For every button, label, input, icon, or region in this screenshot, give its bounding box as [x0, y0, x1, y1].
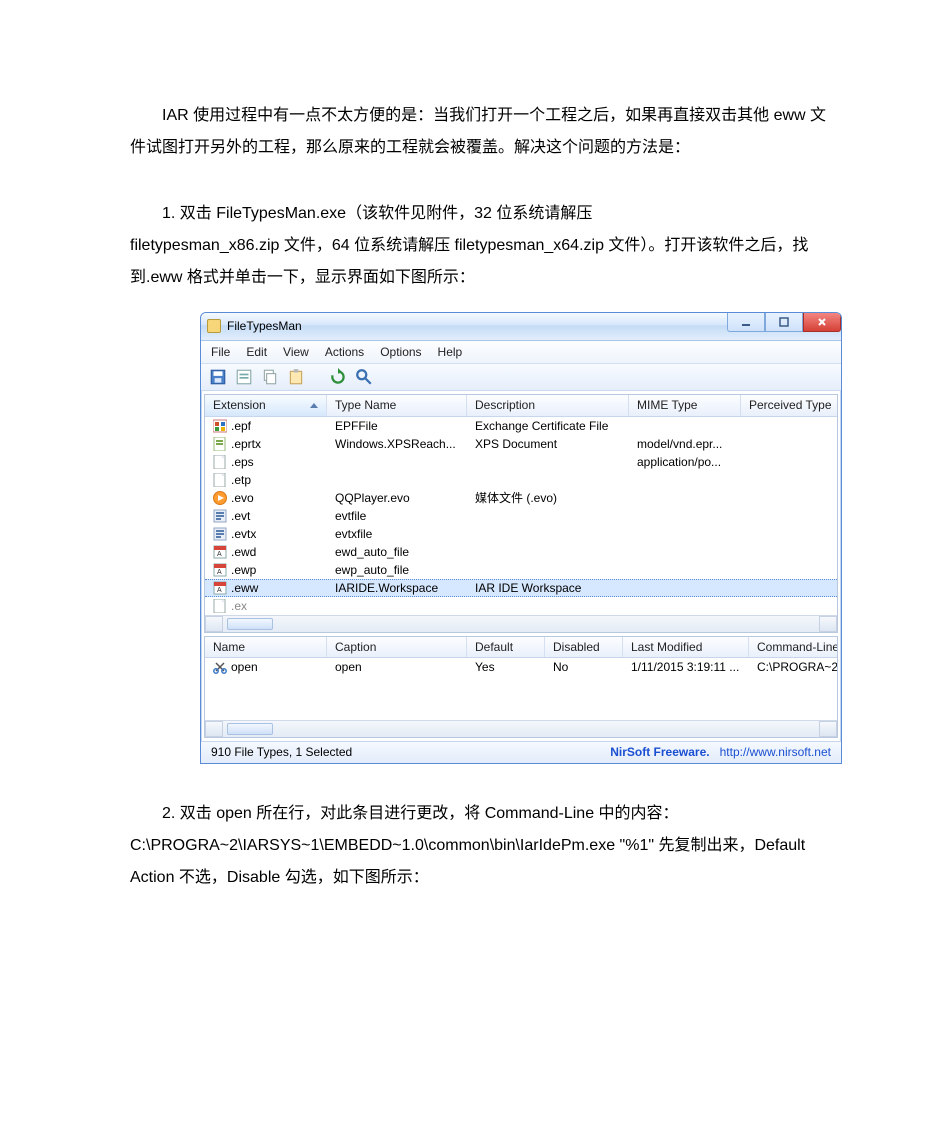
table-row[interactable]: .evtevtfile	[205, 507, 837, 525]
col-modified[interactable]: Last Modified	[623, 637, 749, 657]
extension-list-pane: Extension Type Name Description MIME Typ…	[204, 394, 838, 632]
intro-paragraph: IAR 使用过程中有一点不太方便的是：当我们打开一个工程之后，如果再直接双击其他…	[130, 100, 835, 164]
refresh-icon[interactable]	[329, 368, 347, 386]
col-default[interactable]: Default	[467, 637, 545, 657]
close-button[interactable]	[803, 312, 841, 332]
table-row[interactable]: .etp	[205, 471, 837, 489]
table-row[interactable]: .ewpewp_auto_file	[205, 561, 837, 579]
file-icon	[213, 509, 227, 523]
menu-view[interactable]: View	[283, 345, 309, 359]
table-row[interactable]: .evoQQPlayer.evo媒体文件 (.evo)	[205, 489, 837, 507]
file-icon	[213, 419, 227, 433]
brand-url[interactable]: http://www.nirsoft.net	[720, 745, 831, 759]
file-icon	[213, 581, 227, 595]
col-perceived[interactable]: Perceived Type	[741, 395, 837, 415]
col-extension[interactable]: Extension	[205, 395, 327, 415]
table-row[interactable]: .eprtxWindows.XPSReach...XPS Documentmod…	[205, 435, 837, 453]
table-row[interactable]: .evtxevtxfile	[205, 525, 837, 543]
app-icon	[207, 319, 221, 333]
col-mimetype[interactable]: MIME Type	[629, 395, 741, 415]
horizontal-scrollbar[interactable]	[205, 720, 837, 737]
menu-options[interactable]: Options	[380, 345, 421, 359]
step1-paragraph: 1. 双击 FileTypesMan.exe（该软件见附件，32 位系统请解压 …	[130, 198, 835, 294]
window-title: FileTypesMan	[227, 319, 302, 333]
title-bar[interactable]: FileTypesMan	[201, 313, 841, 341]
menu-file[interactable]: File	[211, 345, 230, 359]
table-row[interactable]: .epfEPFFileExchange Certificate File	[205, 417, 837, 435]
menu-actions[interactable]: Actions	[325, 345, 364, 359]
menu-help[interactable]: Help	[438, 345, 463, 359]
action-list-pane: Name Caption Default Disabled Last Modif…	[204, 636, 838, 738]
col-description[interactable]: Description	[467, 395, 629, 415]
menu-bar[interactable]: File Edit View Actions Options Help	[201, 341, 841, 364]
col-typename[interactable]: Type Name	[327, 395, 467, 415]
maximize-button[interactable]	[765, 312, 803, 332]
file-icon	[213, 599, 227, 613]
step2-paragraph: 2. 双击 open 所在行，对此条目进行更改，将 Command-Line 中…	[130, 798, 835, 894]
brand-text: NirSoft Freeware.	[610, 745, 709, 759]
file-icon	[213, 545, 227, 559]
status-bar: 910 File Types, 1 Selected NirSoft Freew…	[201, 741, 841, 762]
find-icon[interactable]	[355, 368, 373, 386]
col-cmdline[interactable]: Command-Line	[749, 637, 837, 657]
toolbar	[201, 364, 841, 391]
table-row[interactable]: openopenYesNo1/11/2015 3:19:11 ...C:\PRO…	[205, 658, 837, 676]
scissors-icon	[213, 660, 227, 674]
table-row[interactable]: .ewdewd_auto_file	[205, 543, 837, 561]
paste-icon[interactable]	[287, 368, 305, 386]
properties-icon[interactable]	[235, 368, 253, 386]
file-icon	[213, 563, 227, 577]
status-text: 910 File Types, 1 Selected	[211, 745, 352, 759]
file-icon	[213, 527, 227, 541]
col-disabled[interactable]: Disabled	[545, 637, 623, 657]
file-icon	[213, 491, 227, 505]
table-row[interactable]: .epsapplication/po...	[205, 453, 837, 471]
minimize-button[interactable]	[727, 312, 765, 332]
file-icon	[213, 473, 227, 487]
table-row[interactable]: .ewwIARIDE.WorkspaceIAR IDE Workspace	[205, 579, 837, 597]
file-icon	[213, 437, 227, 451]
file-icon	[213, 455, 227, 469]
col-caption[interactable]: Caption	[327, 637, 467, 657]
menu-edit[interactable]: Edit	[246, 345, 267, 359]
horizontal-scrollbar[interactable]	[205, 615, 837, 632]
table-row[interactable]: .ex	[205, 597, 837, 615]
save-icon[interactable]	[209, 368, 227, 386]
filetypesman-window: FileTypesMan File Edit View Actions Opti…	[200, 312, 842, 764]
copy-icon[interactable]	[261, 368, 279, 386]
col-name[interactable]: Name	[205, 637, 327, 657]
